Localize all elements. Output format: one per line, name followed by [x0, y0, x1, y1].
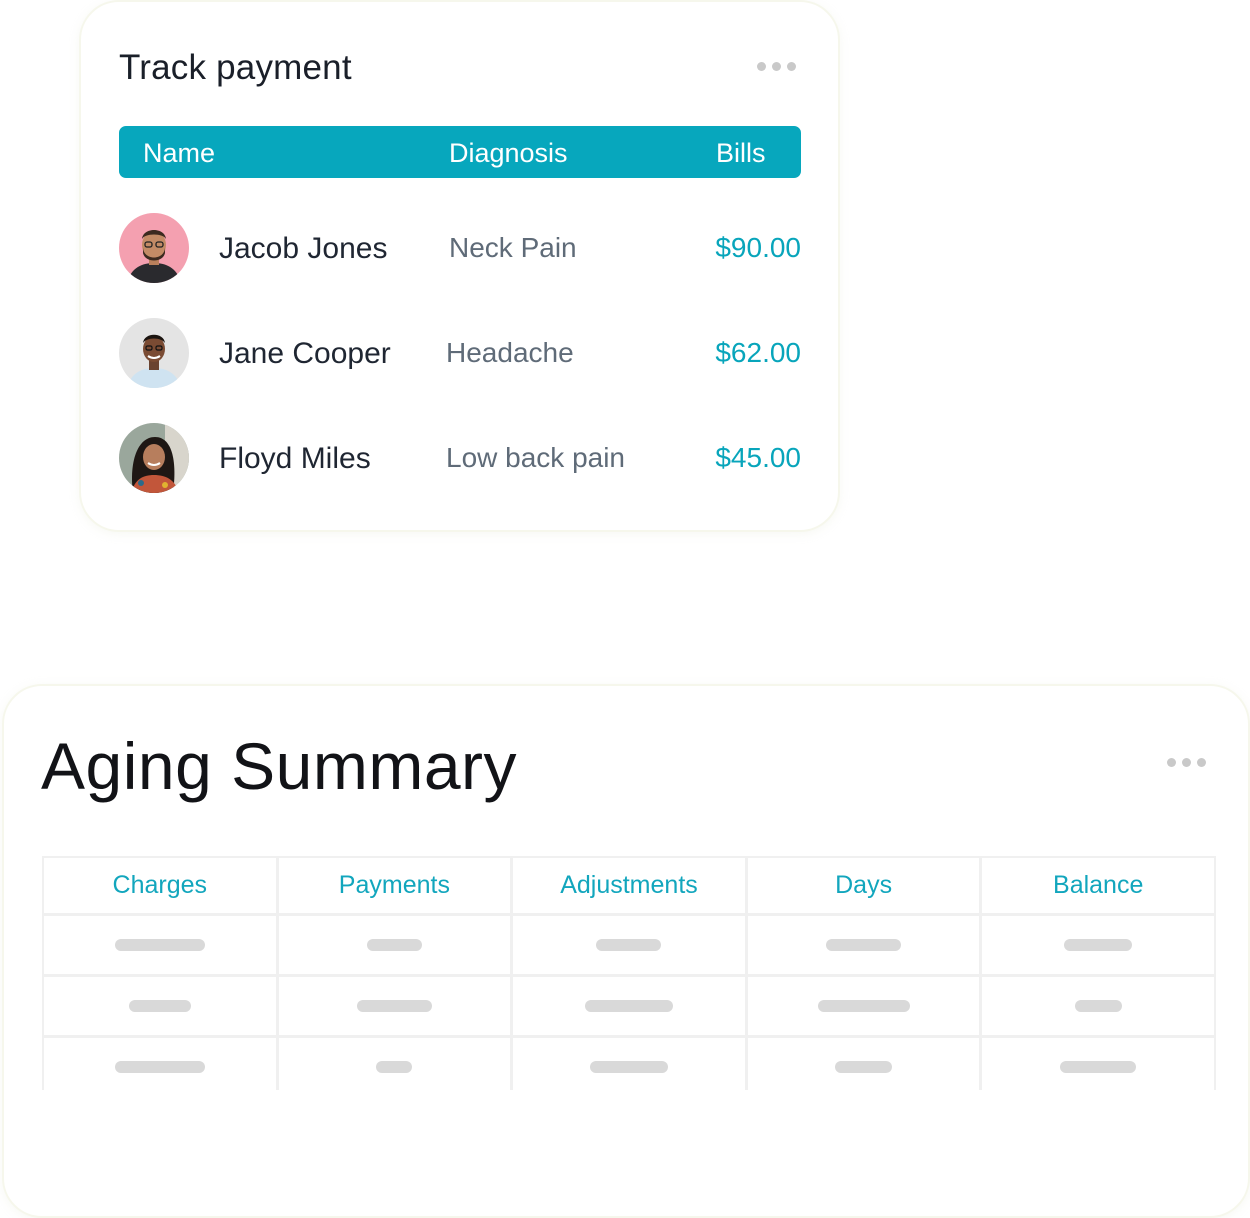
column-header-balance[interactable]: Balance	[982, 858, 1214, 913]
placeholder-bar	[589, 1061, 668, 1073]
table-header: Name Diagnosis Bills	[119, 126, 801, 178]
table-cell	[982, 1038, 1214, 1096]
table-cell	[278, 977, 511, 1035]
header-name: Name	[143, 138, 216, 168]
column-header-payments[interactable]: Payments	[278, 858, 511, 913]
placeholder-bar	[376, 1061, 413, 1073]
table-cell	[44, 916, 276, 974]
table-cell	[513, 977, 745, 1035]
table-cell	[747, 916, 980, 974]
patient-name: Jane Cooper	[219, 337, 391, 370]
patient-bill: $45.00	[715, 442, 801, 473]
column-header-charges[interactable]: Charges	[44, 858, 276, 913]
placeholder-bar	[128, 1000, 191, 1012]
avatar	[119, 423, 189, 493]
patient-diagnosis: Headache	[446, 337, 574, 368]
patient-bill: $62.00	[715, 337, 801, 368]
more-options-icon[interactable]	[1167, 758, 1206, 767]
table-cell	[747, 1038, 980, 1096]
table-cell	[513, 1038, 745, 1096]
placeholder-bar	[114, 939, 205, 951]
table-cell	[278, 1038, 511, 1096]
placeholder-bar	[835, 1061, 893, 1073]
placeholder-bar	[596, 939, 662, 951]
avatar	[119, 213, 189, 283]
patient-bill: $90.00	[715, 232, 801, 263]
placeholder-bar	[826, 939, 902, 951]
more-options-icon[interactable]	[757, 62, 796, 71]
table-row[interactable]: Jane Cooper Headache $62.00	[119, 318, 801, 390]
placeholder-bar	[114, 1061, 205, 1073]
patient-diagnosis: Neck Pain	[449, 232, 577, 263]
placeholder-bar	[1060, 1061, 1137, 1073]
aging-summary-title: Aging Summary	[41, 729, 518, 803]
patient-name: Floyd Miles	[219, 442, 371, 475]
aging-table: Charges Payments Adjustments Days Balanc…	[42, 856, 1216, 1096]
patient-diagnosis: Low back pain	[446, 442, 626, 473]
aging-summary-card: Aging Summary Charges Payments Adjustmen…	[2, 684, 1250, 1218]
column-header-days[interactable]: Days	[747, 858, 980, 913]
placeholder-bar	[817, 1000, 910, 1012]
table-row[interactable]: Jacob Jones Neck Pain $90.00	[119, 213, 801, 285]
track-payment-card: Track payment Name Diagnosis Bills Jacob…	[79, 0, 840, 532]
placeholder-bar	[1074, 1000, 1122, 1012]
placeholder-bar	[366, 939, 422, 951]
table-cell	[44, 1038, 276, 1096]
table-cell	[44, 977, 276, 1035]
table-cell	[278, 916, 511, 974]
placeholder-bar	[584, 1000, 673, 1012]
table-cell	[747, 977, 980, 1035]
table-row[interactable]: Floyd Miles Low back pain $45.00	[119, 423, 801, 495]
header-bills: Bills	[716, 138, 766, 168]
table-cell	[982, 916, 1214, 974]
placeholder-bar	[1064, 939, 1133, 951]
table-cell	[982, 977, 1214, 1035]
column-header-adjustments[interactable]: Adjustments	[513, 858, 745, 913]
avatar	[119, 318, 189, 388]
header-diagnosis: Diagnosis	[449, 138, 568, 168]
placeholder-bar	[356, 1000, 432, 1012]
table-cell	[513, 916, 745, 974]
track-payment-title: Track payment	[119, 48, 352, 87]
patient-name: Jacob Jones	[219, 232, 388, 265]
